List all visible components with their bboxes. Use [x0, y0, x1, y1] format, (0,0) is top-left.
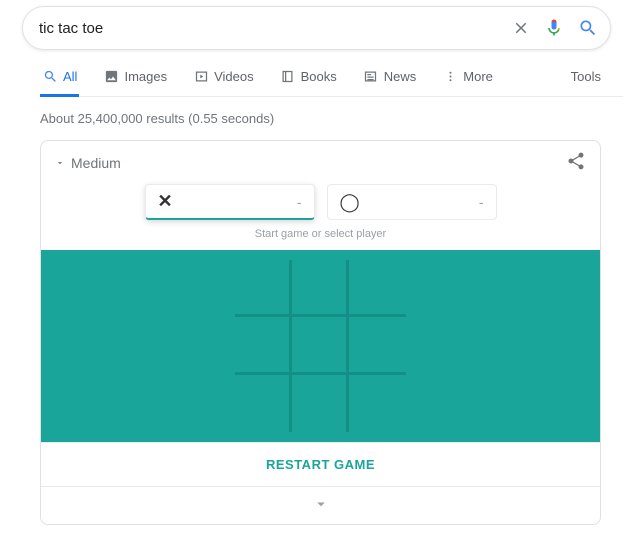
game-board-area — [41, 250, 600, 442]
game-hint: Start game or select player — [41, 224, 600, 250]
cell-0-1[interactable] — [292, 260, 349, 317]
game-board — [235, 260, 407, 432]
tab-label: Books — [301, 69, 337, 84]
image-icon — [103, 68, 119, 84]
x-score: - — [297, 194, 302, 210]
cell-1-1[interactable] — [292, 317, 349, 374]
cell-0-0[interactable] — [235, 260, 292, 317]
difficulty-label: Medium — [71, 155, 121, 171]
cell-1-2[interactable] — [349, 317, 406, 374]
video-icon — [193, 68, 209, 84]
o-score: - — [479, 194, 484, 210]
tabs-bar: All Images Videos Books News More Tools — [40, 68, 623, 97]
restart-button[interactable]: RESTART GAME — [41, 442, 600, 487]
result-stats: About 25,400,000 results (0.55 seconds) — [40, 111, 623, 126]
cell-2-1[interactable] — [292, 375, 349, 432]
tab-label: All — [63, 69, 77, 84]
cell-0-2[interactable] — [349, 260, 406, 317]
x-symbol: ✕ — [158, 191, 173, 212]
cell-2-2[interactable] — [349, 375, 406, 432]
more-vertical-icon — [442, 68, 458, 84]
clear-icon[interactable] — [512, 19, 530, 37]
tab-books[interactable]: Books — [278, 68, 339, 96]
search-input[interactable] — [39, 20, 512, 37]
share-icon[interactable] — [566, 151, 586, 174]
cell-1-0[interactable] — [235, 317, 292, 374]
player-o-selector[interactable]: ◯ - — [327, 184, 497, 220]
tab-label: Videos — [214, 69, 254, 84]
tic-tac-toe-card: Medium ✕ - ◯ - Start game or select play… — [40, 140, 601, 525]
voice-search-icon[interactable] — [544, 18, 564, 38]
search-icon[interactable] — [578, 18, 598, 38]
tab-news[interactable]: News — [361, 68, 419, 96]
tab-images[interactable]: Images — [101, 68, 169, 96]
cell-2-0[interactable] — [235, 375, 292, 432]
tab-more[interactable]: More — [440, 68, 495, 96]
player-x-selector[interactable]: ✕ - — [145, 184, 315, 220]
expand-button[interactable] — [41, 487, 600, 524]
tab-all[interactable]: All — [40, 68, 79, 96]
tab-videos[interactable]: Videos — [191, 68, 256, 96]
news-icon — [363, 68, 379, 84]
search-icon — [42, 68, 58, 84]
tab-label: Images — [124, 69, 167, 84]
o-symbol: ◯ — [340, 192, 360, 213]
tools-button[interactable]: Tools — [571, 69, 601, 96]
book-icon — [280, 68, 296, 84]
caret-down-icon — [55, 155, 65, 171]
chevron-down-icon — [312, 495, 330, 513]
tab-label: News — [384, 69, 417, 84]
difficulty-dropdown[interactable]: Medium — [55, 155, 121, 171]
tab-label: More — [463, 69, 493, 84]
search-bar — [22, 6, 611, 50]
